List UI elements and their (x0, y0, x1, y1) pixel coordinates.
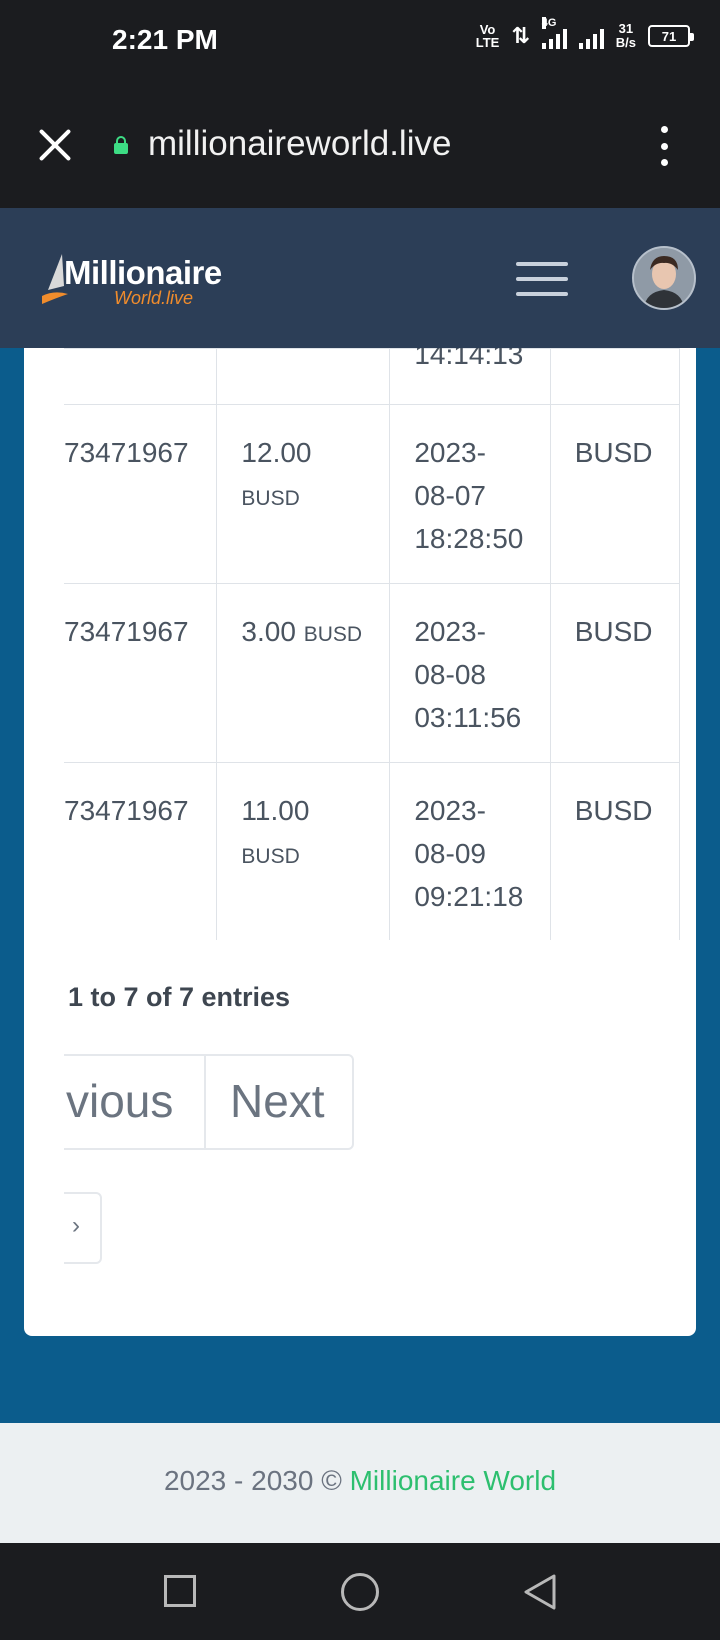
signal-strength-icon: 4G (541, 17, 567, 49)
id-cell: 73471967 (64, 762, 218, 940)
network-speed: 31 B/s (616, 22, 636, 50)
date-part: 08-08 (414, 659, 486, 690)
copyright-text: 2023 - 2030 © (163, 1465, 350, 1496)
avatar[interactable] (632, 246, 696, 310)
amount-cell: 12.00 BUSD (216, 404, 391, 584)
volte-icon: Vo LTE (476, 23, 500, 49)
table-cell (216, 348, 391, 405)
table-row: 73471967 12.00 BUSD 2023- 08-07 18:28:50 BU… (64, 404, 680, 584)
pagination: vious Next (64, 1054, 680, 1150)
speed-value: 31 (618, 21, 634, 36)
back-icon[interactable] (522, 1573, 558, 1611)
time-part: 18:28:50 (414, 523, 524, 554)
close-icon[interactable] (36, 126, 74, 164)
lock-icon[interactable] (114, 136, 128, 154)
footer-brand-link[interactable]: Millionaire World (350, 1465, 556, 1496)
browser-toolbar: millionaireworld.live (0, 86, 720, 208)
amount-unit: BUSD (241, 845, 300, 868)
date-part: 2023- (414, 795, 486, 826)
amount-cell: 3.00 BUSD (216, 583, 391, 763)
time-part: 03:11:56 (414, 702, 522, 733)
amount-unit: BUSD (303, 623, 363, 646)
next-button[interactable]: Next (204, 1054, 354, 1150)
site-footer: 2023 - 2030 © Millionaire World (0, 1423, 720, 1543)
status-icons: Vo LTE ⇅ 4G 31 B/s 71 (476, 17, 694, 50)
table-row: 73471967 3.00 BUSD 2023- 08-08 03:11:56 BU… (64, 583, 680, 763)
logo-text: Millionaire (64, 254, 222, 291)
date-cell: 2023- 08-09 09:21:18 (389, 762, 551, 940)
battery-level: 71 (661, 28, 677, 44)
hamburger-menu-icon[interactable] (516, 262, 568, 296)
system-nav-bar (0, 1543, 720, 1640)
content-card: 14:14:13 73471967 12.00 BUSD 2023- 08-07 18… (24, 348, 696, 1336)
chevron-right-icon[interactable]: › (64, 1192, 102, 1264)
entries-info-text: g 1 to 7 of 7 entries (64, 982, 291, 1012)
amount-value: 3.00 (241, 616, 296, 647)
table-cell (549, 348, 680, 405)
date-cell: 2023- 08-08 03:11:56 (389, 583, 551, 763)
type-cell: BUSD (549, 762, 680, 940)
entries-info: g 1 to 7 of 7 entries (64, 978, 680, 1018)
site-logo[interactable]: Millionaire World.live (40, 252, 240, 312)
logo-subtext: World.live (114, 288, 194, 308)
amount-unit: BUSD (241, 487, 300, 510)
speed-unit: B/s (615, 35, 636, 50)
type-cell: BUSD (549, 404, 680, 584)
type-cell: BUSD (549, 583, 680, 763)
table-row: 73471967 11.00 BUSD 2023- 08-09 09:21:18 BU… (64, 762, 680, 940)
status-time: 2:21 PM (112, 24, 218, 55)
site-header: Millionaire World.live (0, 208, 720, 348)
amount-value: 12.00 (241, 437, 312, 468)
status-bar: 2:21 PM Vo LTE ⇅ 4G 31 B/s 71 (0, 0, 720, 86)
table-cell: 14:14:13 (389, 348, 551, 405)
date-part: 08-07 (414, 480, 486, 511)
id-cell: 73471967 (64, 404, 218, 584)
date-cell: 14:14:13 (414, 348, 524, 370)
previous-button[interactable]: vious (64, 1054, 204, 1150)
transactions-table: 14:14:13 73471967 12.00 BUSD 2023- 08-07 18… (64, 348, 680, 940)
date-part: 2023- (414, 616, 486, 647)
table-row: 14:14:13 (64, 348, 680, 405)
id-cell: 73471967 (64, 583, 218, 763)
home-icon[interactable] (341, 1573, 379, 1611)
battery-icon: 71 (648, 25, 694, 47)
date-part: 2023- (414, 437, 486, 468)
more-options-icon[interactable] (656, 126, 672, 166)
data-transfer-icon: ⇅ (511, 23, 530, 48)
mini-pagination: › (64, 1192, 164, 1264)
time-part: 09:21:18 (414, 881, 524, 912)
amount-value: 11.00 (241, 795, 310, 826)
network-type: 4G (541, 17, 557, 29)
table-cell (64, 348, 218, 405)
signal-strength-icon-2 (578, 23, 604, 49)
amount-cell: 11.00 BUSD (216, 762, 391, 940)
avatar-person-icon (634, 248, 694, 308)
date-part: 08-09 (414, 838, 486, 869)
volte-bottom: LTE (475, 35, 500, 50)
url-bar[interactable]: millionaireworld.live (148, 124, 451, 164)
date-cell: 2023- 08-07 18:28:50 (389, 404, 551, 584)
recent-apps-icon[interactable] (164, 1575, 196, 1607)
